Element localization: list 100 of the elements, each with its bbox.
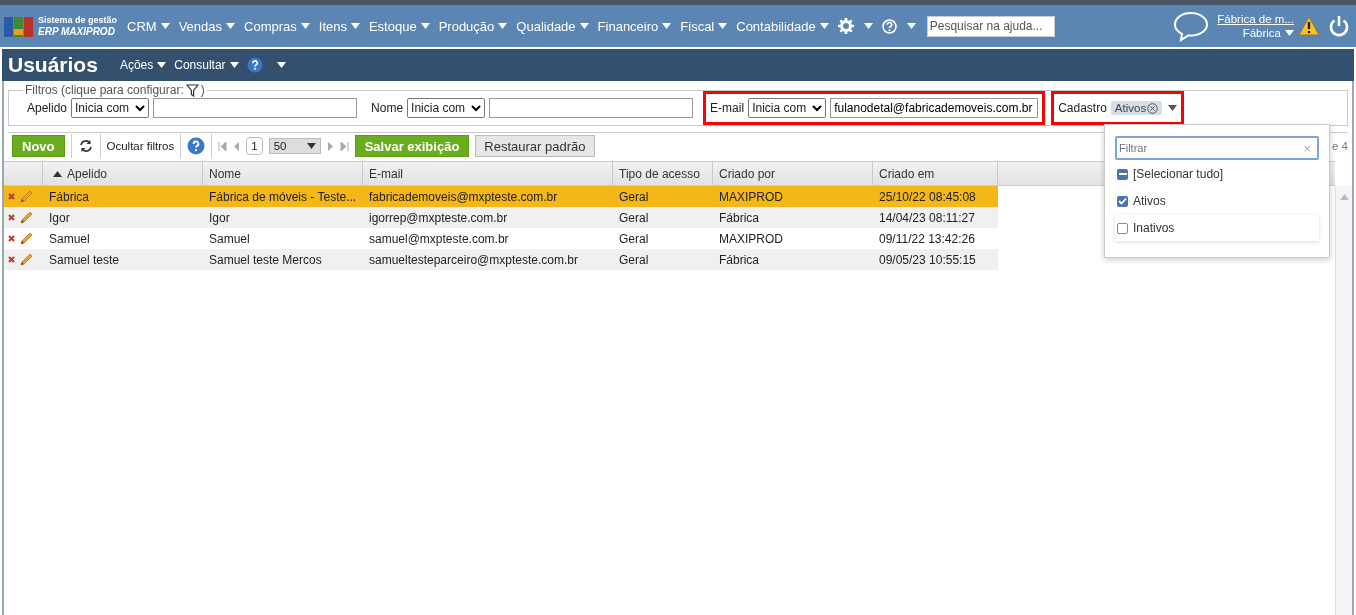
help-icon: [881, 18, 897, 34]
table-cell-text: Fábrica: [718, 251, 760, 269]
caret-icon: [662, 23, 672, 29]
caret-icon: [229, 62, 239, 68]
chat-bubble-icon: [1173, 10, 1210, 42]
table-cell-text: Geral: [618, 251, 650, 269]
menu-item[interactable]: Itens: [318, 18, 360, 34]
checkbox[interactable]: [1117, 168, 1128, 180]
delete-icon: [8, 214, 15, 221]
filter-input[interactable]: fulanodetal@fabricademoveis.com.br: [830, 98, 1039, 118]
last-page-icon: [339, 141, 349, 151]
restore-default-button[interactable]: Restaurar padrão: [475, 135, 595, 157]
filter-input[interactable]: [153, 98, 358, 118]
filter-tag[interactable]: Ativos: [1110, 101, 1163, 115]
company-link[interactable]: Fábrica de m...: [1217, 13, 1294, 25]
table-cell-text: Fábrica: [718, 209, 760, 227]
caret-icon: [718, 23, 728, 29]
help-menu[interactable]: [881, 18, 916, 34]
menu-item[interactable]: Fiscal: [680, 18, 728, 34]
page-menu[interactable]: Ações: [119, 58, 167, 72]
checkbox[interactable]: [1117, 195, 1128, 207]
caret-icon: [498, 23, 508, 29]
dropdown-option[interactable]: Inativos: [1115, 215, 1319, 241]
hide-filters-button[interactable]: Ocultar filtros: [106, 140, 175, 152]
delete-icon: [8, 256, 15, 263]
page-number-field[interactable]: 1: [246, 137, 263, 155]
menu-item[interactable]: Estoque: [368, 18, 430, 34]
tag-select[interactable]: Ativos: [1110, 98, 1178, 118]
menu-item[interactable]: CRM: [127, 18, 170, 34]
first-page-icon: [218, 141, 228, 151]
table-cell-text: Igor: [48, 209, 71, 227]
table-cell-text: Samuel teste Mercos: [208, 251, 323, 269]
edit-pencil-icon: [19, 252, 33, 267]
caret-icon: [863, 23, 873, 29]
table-row[interactable]: Fábrica Fábrica de móveis - Teste... fabricademoveis@mxpteste.com.br Geral MAXIPROD 25/10/22 08:45:08: [4, 186, 998, 207]
column-header[interactable]: E-mail: [363, 162, 613, 185]
table-cell-text: MAXIPROD: [718, 230, 784, 248]
menu-item[interactable]: Produção: [438, 18, 508, 34]
caret-icon: [819, 23, 829, 29]
edit-pencil-icon: [19, 210, 33, 225]
filter-label: Nome: [371, 101, 404, 115]
brand-name: ERP MAXIPROD: [38, 25, 116, 38]
caret-icon: [157, 62, 167, 68]
caret-icon: [1285, 30, 1294, 36]
page-size-select[interactable]: 50: [268, 138, 321, 154]
table-cell-text: 14/04/23 08:11:27: [878, 209, 976, 227]
caret-icon: [276, 62, 286, 68]
sort-ascending-icon: [53, 170, 62, 177]
logo-icon: [4, 15, 34, 37]
table-cell-text: Igor: [208, 209, 231, 227]
caret-icon: [906, 23, 916, 29]
table-row[interactable]: Samuel Samuel samuel@mxpteste.com.br Geral MAXIPROD 09/11/22 13:42:26: [4, 228, 998, 249]
warning-icon: [1298, 16, 1320, 36]
filter-label: E-mail: [710, 101, 745, 115]
dropdown-option[interactable]: Ativos: [1115, 188, 1319, 214]
caret-icon: [300, 23, 310, 29]
operator-select[interactable]: Inicia com: [407, 98, 486, 118]
page-menu[interactable]: Consultar: [174, 58, 239, 72]
scrollbar[interactable]: [1335, 186, 1352, 615]
menu-item[interactable]: Vendas: [178, 18, 235, 34]
table-cell-text: Samuel: [48, 230, 91, 248]
chevron-icon: [135, 104, 146, 112]
filter-input[interactable]: [489, 98, 694, 118]
scroll-up-icon: [1339, 194, 1349, 200]
help-search-field[interactable]: Pesquisar na ajuda...: [926, 15, 1055, 37]
edit-pencil-icon: [19, 189, 33, 204]
filters-legend: ): [200, 83, 205, 97]
column-header[interactable]: Criado por: [713, 162, 873, 185]
column-header[interactable]: Criado em: [873, 162, 998, 185]
filter-label: Apelido: [27, 101, 68, 115]
page-title: Usuários: [8, 53, 98, 77]
menu-item[interactable]: Compras: [244, 18, 310, 34]
caret-icon: [350, 23, 360, 29]
table-cell-text: 25/10/22 08:45:08: [878, 188, 977, 206]
column-header[interactable]: Tipo de acesso: [613, 162, 713, 185]
remove-icon: [1147, 102, 1159, 114]
column-header[interactable]: Apelido: [43, 162, 203, 185]
dropdown-option[interactable]: [Selecionar tudo]: [1115, 161, 1319, 187]
table-row[interactable]: Samuel teste Samuel teste Mercos samueltesteparceiro@mxpteste.com.br Geral Fábrica 09/05/23 10:55:15: [4, 249, 998, 270]
power-icon: [1328, 15, 1350, 37]
caret-icon: [579, 23, 589, 29]
previous-page-icon: [233, 141, 241, 151]
menu-item[interactable]: Financeiro: [597, 18, 672, 34]
brand-subtitle: Sistema de gestão: [38, 14, 118, 26]
checkbox[interactable]: [1117, 222, 1128, 234]
menu-item[interactable]: Contabilidade: [736, 18, 829, 34]
caret-icon: [1168, 105, 1178, 111]
help-menu[interactable]: [246, 57, 286, 73]
operator-select[interactable]: Inicia com: [748, 98, 827, 118]
table-cell-text: samueltesteparceiro@mxpteste.com.br: [368, 251, 579, 269]
column-header[interactable]: Nome: [203, 162, 363, 185]
operator-select[interactable]: Inicia com: [71, 98, 150, 118]
table-row[interactable]: Igor Igor igorrep@mxpteste.com.br Geral Fábrica 14/04/23 08:11:27: [4, 207, 998, 228]
settings-menu[interactable]: [837, 18, 873, 34]
branch-selector[interactable]: Fábrica: [1242, 27, 1294, 39]
refresh-icon: [77, 139, 94, 153]
menu-item[interactable]: Qualidade: [516, 18, 589, 34]
table-cell-text: Geral: [618, 230, 650, 248]
edit-pencil-icon: [19, 231, 33, 246]
filters-legend: Filtros (clique para configurar:: [25, 83, 184, 97]
